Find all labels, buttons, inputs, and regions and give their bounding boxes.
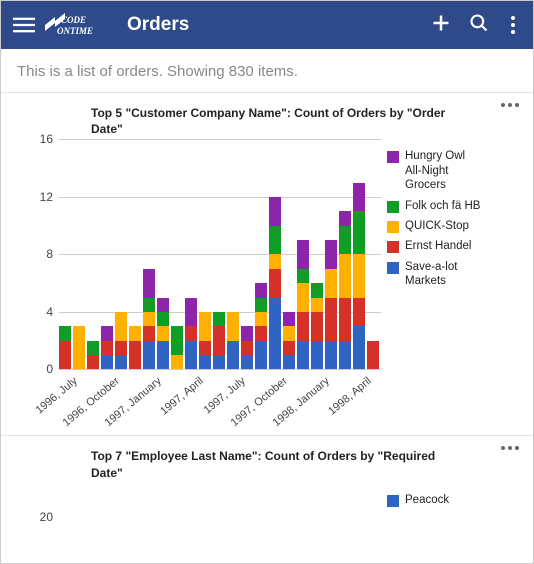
bar[interactable]	[143, 269, 155, 370]
x-tick: 1996, October	[45, 375, 122, 442]
svg-text:ONTIME: ONTIME	[57, 26, 93, 36]
legend-item[interactable]: QUICK-Stop	[387, 219, 481, 233]
list-summary: This is a list of orders. Showing 830 it…	[1, 49, 533, 93]
bar[interactable]	[213, 312, 225, 370]
app-bar: CODE ONTIME Orders	[1, 1, 533, 49]
app-actions	[431, 12, 525, 38]
bar[interactable]	[367, 341, 379, 370]
search-icon[interactable]	[469, 13, 489, 38]
bar[interactable]	[59, 326, 71, 369]
legend-item[interactable]: Folk och fä HB	[387, 199, 481, 213]
y-tick: 16	[11, 132, 53, 146]
legend-item[interactable]: Hungry Owl All-Night Grocers	[387, 149, 481, 192]
more-icon[interactable]	[507, 12, 519, 38]
x-tick: 1997, October	[213, 375, 290, 442]
chart-legend-1: Hungry Owl All-Night Grocers Folk och fä …	[381, 139, 481, 294]
y-tick: 20	[11, 510, 53, 524]
menu-icon[interactable]	[13, 14, 35, 36]
bar[interactable]	[269, 197, 281, 370]
bar[interactable]	[283, 312, 295, 370]
y-tick: 0	[11, 362, 53, 376]
chart-plot-2: 20	[11, 483, 381, 523]
bar[interactable]	[87, 341, 99, 370]
y-tick: 4	[11, 305, 53, 319]
chart-legend-2: Peacock	[381, 483, 481, 513]
legend-item[interactable]: Ernst Handel	[387, 239, 481, 253]
card-menu-icon[interactable]	[497, 442, 523, 454]
x-tick: 1996, July	[3, 375, 80, 442]
bar[interactable]	[255, 283, 267, 369]
add-icon[interactable]	[431, 13, 451, 38]
chart-title-1: Top 5 "Customer Company Name": Count of …	[11, 101, 523, 139]
bar[interactable]	[129, 326, 141, 369]
brand-logo[interactable]: CODE ONTIME	[43, 11, 113, 39]
x-tick: 1998, January	[255, 375, 332, 442]
bar[interactable]	[339, 211, 351, 369]
bar[interactable]	[101, 326, 113, 369]
bar[interactable]	[157, 298, 169, 370]
y-tick: 12	[11, 190, 53, 204]
x-tick: 1997, April	[129, 375, 206, 442]
chart-plot-1: 0481216 1996, July1996, October1997, Jan…	[11, 139, 381, 421]
chart-card-1: Top 5 "Customer Company Name": Count of …	[1, 93, 533, 431]
x-tick: 1998, April	[297, 375, 374, 442]
y-tick: 8	[11, 247, 53, 261]
bar[interactable]	[325, 240, 337, 369]
legend-item[interactable]: Peacock	[387, 493, 481, 507]
chart-title-2: Top 7 "Employee Last Name": Count of Ord…	[11, 444, 523, 482]
bar[interactable]	[297, 240, 309, 369]
legend-item[interactable]: Save-a-lot Markets	[387, 260, 481, 289]
x-tick: 1997, January	[87, 375, 164, 442]
bar[interactable]	[199, 312, 211, 370]
bar[interactable]	[227, 312, 239, 370]
svg-text:CODE: CODE	[61, 15, 86, 25]
bar[interactable]	[115, 312, 127, 370]
bar[interactable]	[241, 326, 253, 369]
bar[interactable]	[353, 183, 365, 370]
card-menu-icon[interactable]	[497, 99, 523, 111]
x-tick: 1997, July	[171, 375, 248, 442]
chart-card-2: Top 7 "Employee Last Name": Count of Ord…	[1, 436, 533, 532]
bar[interactable]	[73, 326, 85, 369]
bar[interactable]	[311, 283, 323, 369]
bar[interactable]	[185, 298, 197, 370]
page-title: Orders	[127, 14, 431, 36]
bar[interactable]	[171, 326, 183, 369]
